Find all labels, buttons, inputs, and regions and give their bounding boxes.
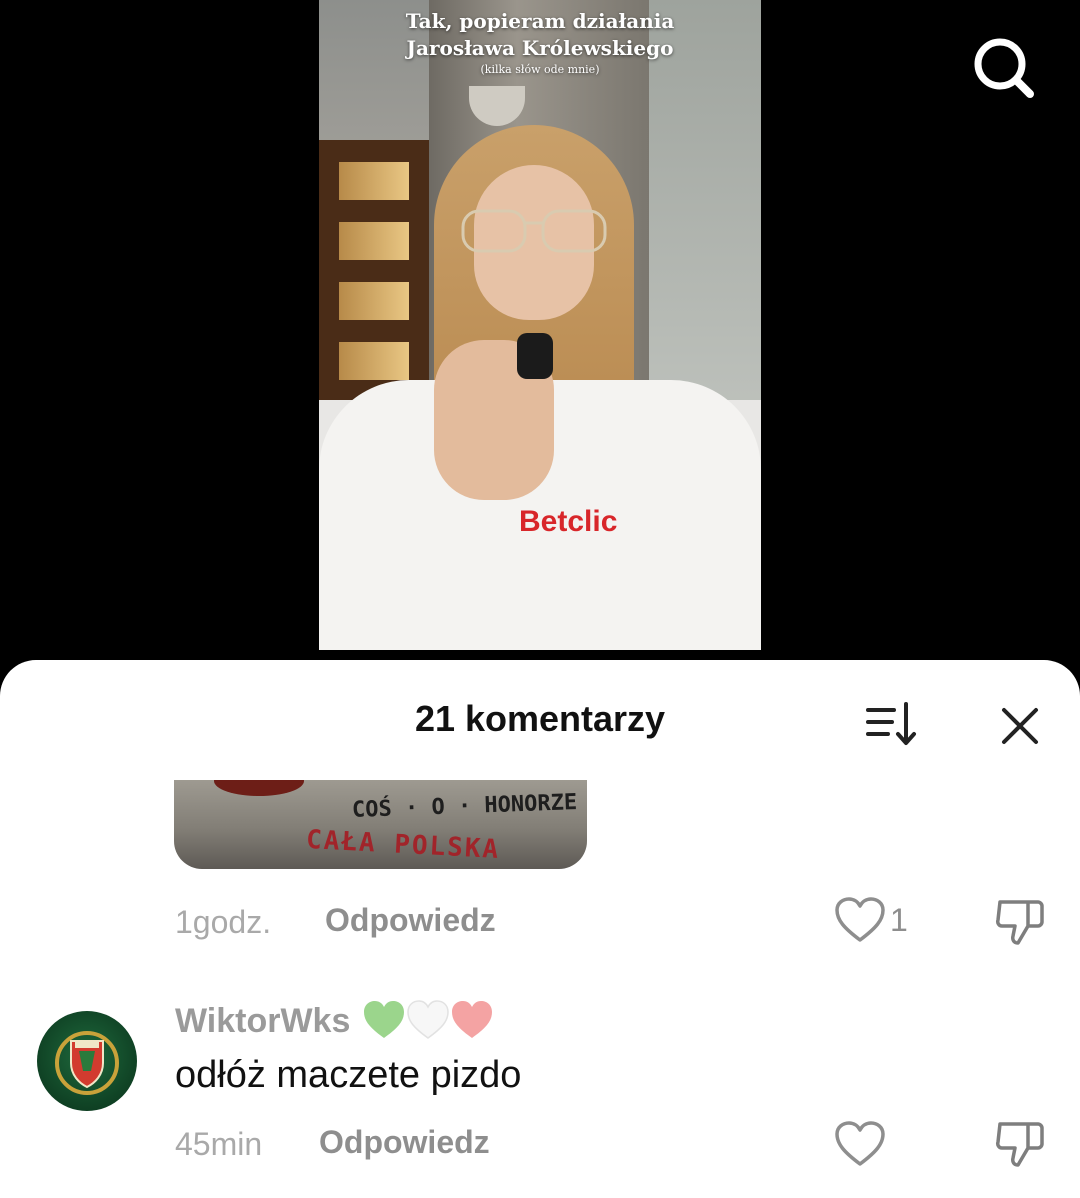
- video-caption-sub: (kilka słów ode mnie): [480, 63, 600, 76]
- search-button[interactable]: [968, 36, 1038, 100]
- video-caption-line2: Jarosława Królewskiego: [406, 36, 674, 60]
- comment-time: 45min: [175, 1126, 263, 1162]
- close-button[interactable]: [996, 702, 1044, 750]
- shirt-logo: Betclic: [519, 505, 618, 538]
- comments-sheet: 21 komentarzy COŚ · O · HONORZE CAŁA POL…: [0, 660, 1080, 1198]
- heart-icon: [835, 897, 885, 942]
- white-heart-icon: [407, 1000, 449, 1039]
- video-bg-door: [319, 140, 429, 410]
- sort-icon: [866, 702, 916, 745]
- video-caption-line1: Tak, popieram działania: [405, 9, 675, 33]
- comment-image-attachment[interactable]: COŚ · O · HONORZE CAŁA POLSKA: [174, 780, 587, 869]
- video-caption: Tak, popieram działania Jarosława Królew…: [319, 8, 761, 78]
- close-icon: [1002, 708, 1038, 744]
- dislike-button[interactable]: [994, 896, 1046, 948]
- graffiti-text-2: CAŁA POLSKA: [305, 824, 501, 866]
- graffiti-blob: [214, 780, 304, 796]
- thumbs-down-icon: [996, 1122, 1044, 1167]
- username-emoji-hearts: [364, 1000, 492, 1039]
- club-crest-icon: [55, 1031, 119, 1095]
- like-button[interactable]: [834, 896, 886, 944]
- glasses-graphic: [461, 209, 607, 253]
- heart-icon: [835, 1121, 885, 1166]
- dislike-button[interactable]: [994, 1118, 1046, 1170]
- microphone-graphic: [517, 333, 553, 379]
- video-player[interactable]: Betclic Tak, popieram działania Jarosław…: [0, 0, 1080, 660]
- search-icon: [974, 38, 1034, 98]
- thumbs-down-icon: [996, 900, 1044, 945]
- like-count: 1: [890, 902, 908, 938]
- comment-text: odłóż maczete pizdo: [175, 1054, 522, 1096]
- reply-button[interactable]: Odpowiedz: [325, 902, 496, 939]
- reply-button[interactable]: Odpowiedz: [319, 1124, 490, 1161]
- comment-time: 1godz.: [175, 904, 272, 940]
- pink-heart-icon: [452, 1001, 492, 1038]
- comment-username[interactable]: WiktorWks: [175, 1002, 350, 1041]
- graffiti-text-1: COŚ · O · HONORZE: [351, 790, 578, 823]
- like-button[interactable]: [834, 1120, 886, 1168]
- avatar[interactable]: [37, 1011, 137, 1111]
- sort-button[interactable]: [862, 700, 922, 750]
- green-heart-icon: [364, 1001, 404, 1038]
- video-frame[interactable]: Betclic: [319, 0, 761, 650]
